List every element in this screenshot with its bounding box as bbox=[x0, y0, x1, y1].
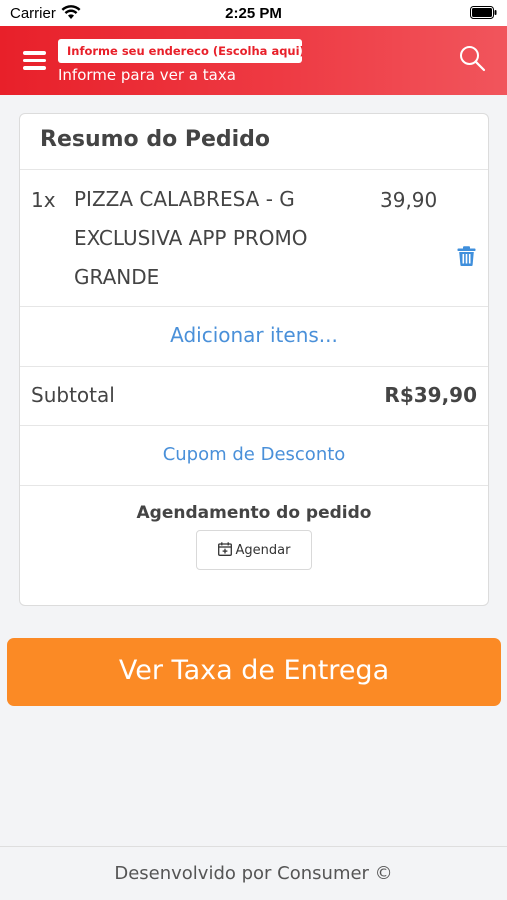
search-icon[interactable] bbox=[458, 44, 486, 72]
view-delivery-fee-button[interactable]: Ver Taxa de Entrega bbox=[7, 638, 501, 706]
address-select[interactable]: Informe seu endereco (Escolha aqui) bbox=[58, 39, 302, 63]
footer-credit: Desenvolvido por Consumer © bbox=[114, 863, 393, 884]
footer-divider bbox=[0, 846, 507, 847]
status-bar: Carrier 2:25 PM bbox=[0, 0, 507, 26]
schedule-button-label: Agendar bbox=[235, 543, 291, 558]
order-summary-card: Resumo do Pedido 1x PIZZA CALABRESA - G … bbox=[19, 113, 489, 606]
schedule-button[interactable]: Agendar bbox=[196, 530, 312, 570]
app-header: Informe seu endereco (Escolha aqui) Info… bbox=[0, 26, 507, 95]
calendar-plus-icon bbox=[217, 542, 232, 556]
battery-icon bbox=[470, 6, 497, 19]
subtotal-value: R$39,90 bbox=[384, 383, 477, 407]
item-price: 39,90 bbox=[380, 188, 438, 212]
schedule-title: Agendamento do pedido bbox=[136, 503, 372, 523]
add-items-link[interactable]: Adicionar itens... bbox=[20, 307, 488, 367]
order-summary-title: Resumo do Pedido bbox=[20, 114, 488, 170]
item-quantity: 1x bbox=[31, 188, 56, 212]
order-item-row: 1x PIZZA CALABRESA - G EXCLUSIVA APP PRO… bbox=[20, 170, 488, 307]
status-time: 2:25 PM bbox=[225, 5, 282, 22]
hamburger-menu-icon[interactable] bbox=[23, 51, 46, 70]
schedule-section: Agendamento do pedido Agendar bbox=[20, 486, 488, 586]
item-name: PIZZA CALABRESA - G EXCLUSIVA APP PROMO … bbox=[74, 187, 308, 289]
discount-coupon-link[interactable]: Cupom de Desconto bbox=[20, 426, 488, 486]
trash-icon[interactable] bbox=[457, 246, 476, 266]
address-subtitle: Informe para ver a taxa bbox=[58, 66, 236, 84]
address-select-label: Informe seu endereco (Escolha aqui) bbox=[67, 44, 302, 58]
subtotal-label: Subtotal bbox=[31, 383, 115, 407]
subtotal-row: Subtotal R$39,90 bbox=[20, 367, 488, 426]
